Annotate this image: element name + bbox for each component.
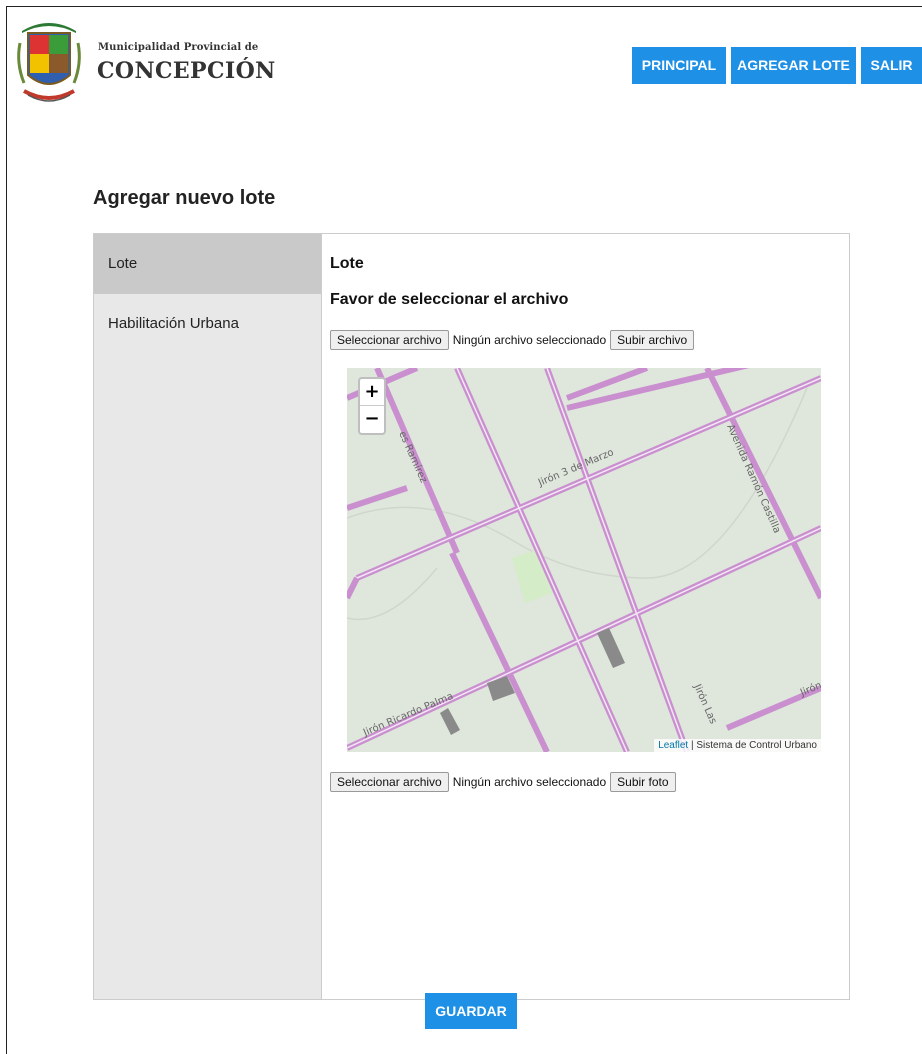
- file-upload-row-archivo: Seleccionar archivo Ningún archivo selec…: [330, 330, 698, 350]
- municipality-coat-of-arms-logo: [17, 23, 81, 102]
- save-button[interactable]: GUARDAR: [425, 993, 517, 1029]
- upload-photo-button[interactable]: Subir foto: [610, 772, 676, 792]
- page-title: Agregar nuevo lote: [93, 187, 276, 209]
- lote-panel: Lote Habilitación Urbana Lote Favor de s…: [93, 233, 850, 1000]
- nav-salir-button[interactable]: SALIR: [861, 47, 922, 84]
- leaflet-link[interactable]: Leaflet: [658, 740, 688, 751]
- zoom-in-button[interactable]: +: [360, 379, 384, 406]
- photo-status-text: Ningún archivo seleccionado: [452, 775, 607, 789]
- upload-file-button[interactable]: Subir archivo: [610, 330, 695, 350]
- map-zoom-control: + −: [358, 377, 386, 435]
- sidebar-item-habilitacion-urbana[interactable]: Habilitación Urbana: [94, 294, 321, 354]
- map-attribution: Leaflet | Sistema de Control Urbano: [654, 739, 821, 752]
- attribution-text: Sistema de Control Urbano: [696, 740, 817, 751]
- choose-file-button[interactable]: Seleccionar archivo: [330, 330, 449, 350]
- choose-photo-button[interactable]: Seleccionar archivo: [330, 772, 449, 792]
- sidebar-item-lote[interactable]: Lote: [94, 234, 321, 294]
- map-tiles: Jirón 3 de Marzo Avenida Ramón Castilla …: [347, 368, 821, 752]
- file-status-text: Ningún archivo seleccionado: [452, 333, 607, 347]
- nav-agregar-lote-button[interactable]: AGREGAR LOTE: [731, 47, 856, 84]
- section-heading: Lote: [330, 255, 364, 272]
- section-instructions: Favor de seleccionar el archivo: [330, 291, 569, 308]
- brand-subtitle: Municipalidad Provincial de: [98, 42, 259, 53]
- brand-title: CONCEPCIÓN: [97, 58, 276, 84]
- map-view[interactable]: Jirón 3 de Marzo Avenida Ramón Castilla …: [347, 368, 821, 752]
- file-upload-row-foto: Seleccionar archivo Ningún archivo selec…: [330, 772, 680, 792]
- zoom-out-button[interactable]: −: [360, 406, 384, 432]
- sidebar: Lote Habilitación Urbana: [94, 234, 322, 999]
- nav-principal-button[interactable]: PRINCIPAL: [632, 47, 726, 84]
